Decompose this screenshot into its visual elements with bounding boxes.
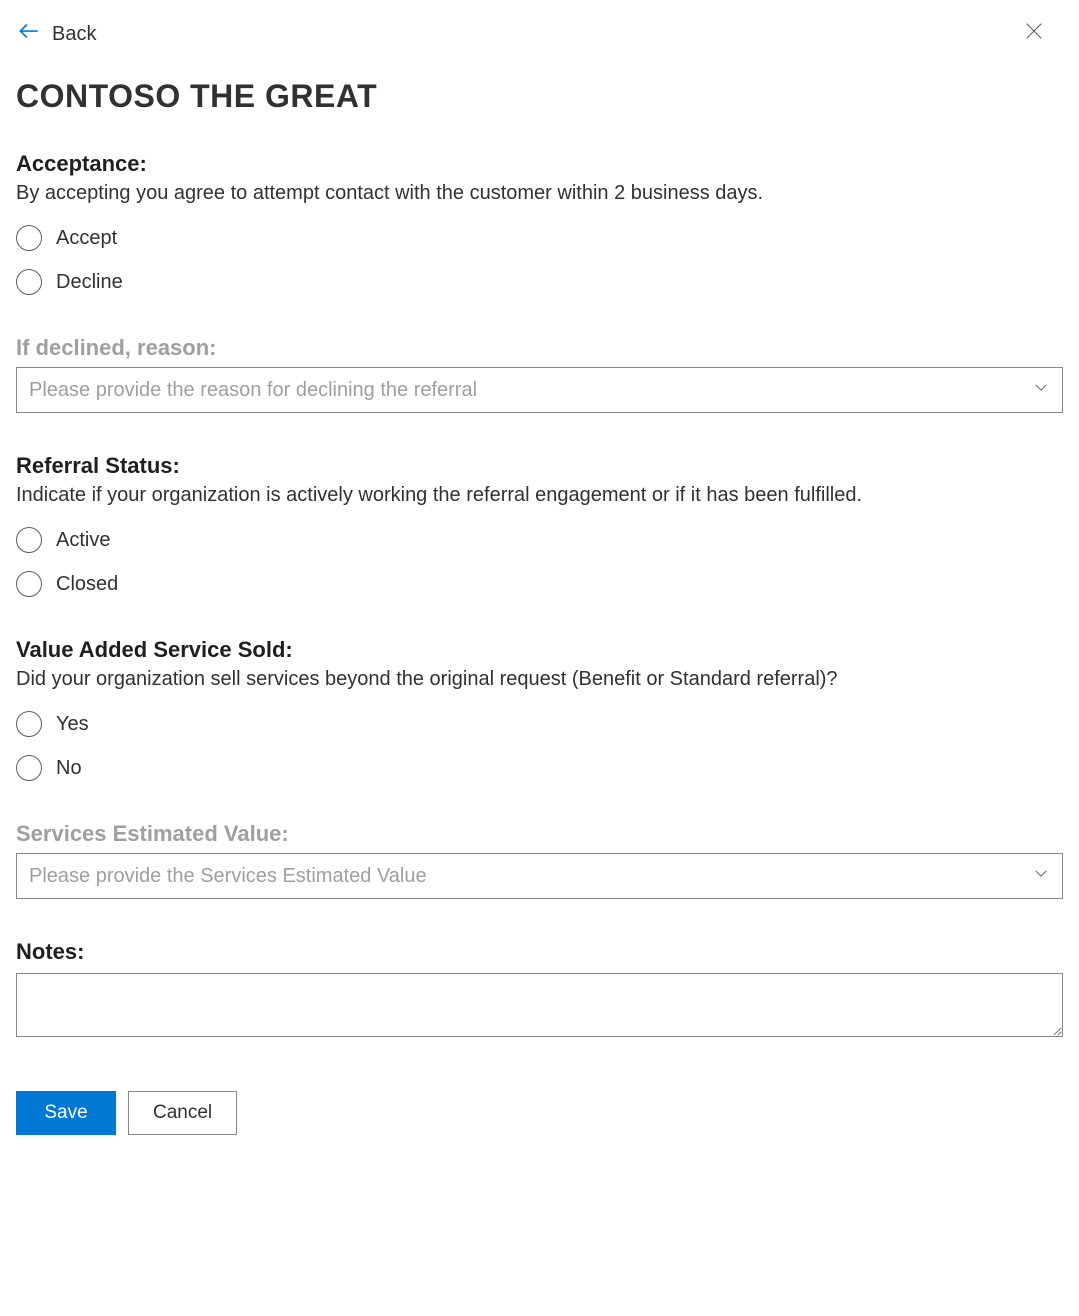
radio-icon xyxy=(16,225,42,251)
cancel-button[interactable]: Cancel xyxy=(128,1091,237,1135)
referral-status-heading: Referral Status: xyxy=(16,453,1063,479)
header-row: Back xyxy=(16,18,1063,50)
closed-radio[interactable]: Closed xyxy=(16,571,1063,597)
yes-radio[interactable]: Yes xyxy=(16,711,1063,737)
radio-icon xyxy=(16,527,42,553)
services-value-label: Services Estimated Value: xyxy=(16,821,1063,847)
active-label: Active xyxy=(56,529,110,552)
notes-heading: Notes: xyxy=(16,939,1063,965)
decline-reason-select[interactable]: Please provide the reason for declining … xyxy=(16,367,1063,413)
services-value-select[interactable]: Please provide the Services Estimated Va… xyxy=(16,853,1063,899)
button-row: Save Cancel xyxy=(16,1091,1063,1135)
back-label: Back xyxy=(52,23,96,46)
back-arrow-icon xyxy=(16,18,42,50)
closed-label: Closed xyxy=(56,573,118,596)
acceptance-heading: Acceptance: xyxy=(16,151,1063,177)
save-button[interactable]: Save xyxy=(16,1091,116,1135)
services-value-select-wrapper: Please provide the Services Estimated Va… xyxy=(16,853,1063,899)
accept-radio[interactable]: Accept xyxy=(16,225,1063,251)
back-button[interactable]: Back xyxy=(16,18,96,50)
close-icon xyxy=(1023,25,1045,47)
decline-radio[interactable]: Decline xyxy=(16,269,1063,295)
radio-icon xyxy=(16,755,42,781)
decline-reason-label: If declined, reason: xyxy=(16,335,1063,361)
decline-label: Decline xyxy=(56,271,123,294)
notes-textarea[interactable] xyxy=(16,973,1063,1037)
value-added-heading: Value Added Service Sold: xyxy=(16,637,1063,663)
value-added-radio-group: Yes No xyxy=(16,711,1063,781)
no-label: No xyxy=(56,757,82,780)
value-added-description: Did your organization sell services beyo… xyxy=(16,665,1063,693)
active-radio[interactable]: Active xyxy=(16,527,1063,553)
referral-status-radio-group: Active Closed xyxy=(16,527,1063,597)
radio-icon xyxy=(16,571,42,597)
page-title: CONTOSO THE GREAT xyxy=(16,78,1063,115)
decline-reason-select-wrapper: Please provide the reason for declining … xyxy=(16,367,1063,413)
no-radio[interactable]: No xyxy=(16,755,1063,781)
close-button[interactable] xyxy=(1023,20,1063,48)
accept-label: Accept xyxy=(56,227,117,250)
acceptance-description: By accepting you agree to attempt contac… xyxy=(16,179,1063,207)
radio-icon xyxy=(16,269,42,295)
radio-icon xyxy=(16,711,42,737)
referral-status-description: Indicate if your organization is activel… xyxy=(16,481,1063,509)
yes-label: Yes xyxy=(56,713,89,736)
acceptance-radio-group: Accept Decline xyxy=(16,225,1063,295)
